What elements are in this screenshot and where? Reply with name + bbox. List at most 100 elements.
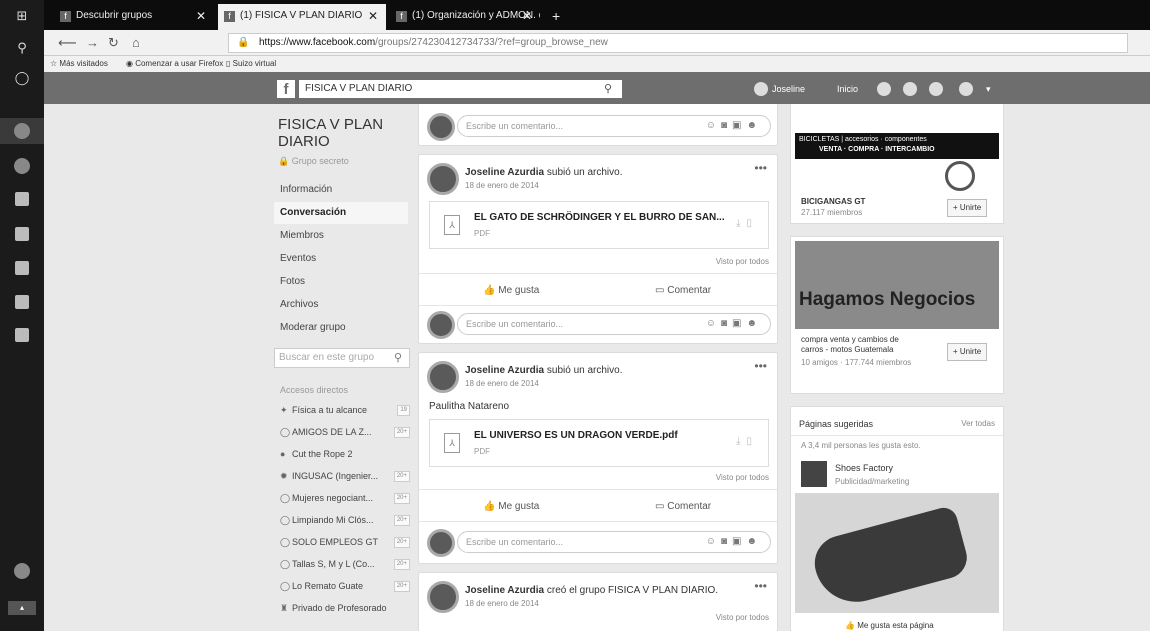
more-options-icon[interactable]: ••• — [754, 359, 767, 373]
help-icon[interactable] — [959, 82, 973, 96]
shoe-image[interactable] — [795, 493, 999, 613]
windows-start-icon[interactable]: ⊞ — [14, 8, 30, 24]
group-nav-conversacion[interactable]: Conversación — [274, 202, 408, 224]
avatar[interactable] — [427, 311, 455, 339]
shortcut-item[interactable]: ♜ Privado de Profesorado — [280, 598, 412, 618]
app-icon[interactable] — [15, 328, 29, 342]
comment-input[interactable]: Escribe un comentario... ☺◙▣☻ — [457, 531, 771, 553]
post-date[interactable]: 18 de enero de 2014 — [465, 379, 539, 388]
group-nav-eventos[interactable]: Eventos — [274, 248, 408, 270]
comment-tools-icon[interactable]: ☺◙▣☻ — [706, 532, 762, 552]
seen-by-label[interactable]: Visto por todos — [716, 257, 769, 266]
file-attachment[interactable]: ⅄ EL GATO DE SCHRÖDINGER Y EL BURRO DE S… — [429, 201, 769, 249]
new-tab-button[interactable]: + — [546, 4, 570, 30]
seen-by-label[interactable]: Visto por todos — [716, 473, 769, 482]
search-icon[interactable]: ⚲ — [604, 80, 612, 98]
search-icon[interactable]: ⚲ — [394, 348, 402, 368]
home-link[interactable]: Inicio — [837, 80, 858, 98]
profile-avatar[interactable] — [754, 82, 768, 96]
notifications-icon[interactable] — [929, 82, 943, 96]
comment-button[interactable]: ▭ Comentar — [655, 501, 711, 512]
post-author[interactable]: Joseline Azurdia — [465, 365, 544, 376]
app-icon[interactable] — [15, 227, 29, 241]
join-group-button[interactable]: + Unirte — [947, 343, 988, 361]
group-title[interactable]: FISICA V PLAN DIARIO — [278, 116, 418, 150]
tab-fisica-v-plan-diario[interactable]: f (1) FISICA V PLAN DIARIO ✕ — [218, 4, 386, 30]
group-nav-archivos[interactable]: Archivos — [274, 294, 408, 316]
group-search-input[interactable]: Buscar en este grupo — [274, 348, 410, 368]
file-name[interactable]: EL GATO DE SCHRÖDINGER Y EL BURRO DE SAN… — [474, 212, 725, 223]
profile-link[interactable]: Joseline — [772, 80, 805, 98]
bookmark-mas-visitados[interactable]: ☆ Más visitados — [50, 56, 108, 72]
like-button[interactable]: 👍 Me gusta — [483, 285, 539, 296]
see-all-link[interactable]: Ver todas — [961, 419, 995, 428]
account-menu-chevron-icon[interactable]: ▾ — [986, 80, 991, 98]
facebook-search-input[interactable]: FISICA V PLAN DIARIO — [299, 80, 622, 98]
tray-clock[interactable]: ▴ — [8, 601, 36, 615]
like-page-button[interactable]: 👍 Me gusta esta página — [845, 621, 934, 630]
shortcut-item[interactable]: ◯ Tallas S, M y L (Co... 20+ — [280, 554, 412, 574]
task-view-icon[interactable]: ◯ — [14, 70, 30, 86]
close-icon[interactable]: ✕ — [522, 4, 532, 28]
avatar[interactable] — [427, 581, 459, 613]
avatar[interactable] — [427, 163, 459, 195]
file-name[interactable]: EL UNIVERSO ES UN DRAGON VERDE.pdf — [474, 430, 678, 441]
group-nav-informacion[interactable]: Información — [274, 179, 408, 201]
app-icon[interactable] — [15, 261, 29, 275]
seen-by-label[interactable]: Visto por todos — [716, 613, 769, 622]
shortcut-item[interactable]: ◯ Mujeres negociant... 20+ — [280, 488, 412, 508]
suggested-group-name[interactable]: compra venta y cambios de carros - motos… — [801, 335, 921, 355]
comment-tools-icon[interactable]: ☺◙▣☻ — [706, 116, 762, 136]
download-icon[interactable]: ⤓▯ — [736, 218, 758, 229]
shortcut-item[interactable]: ◯ SOLO EMPLEOS GT 20+ — [280, 532, 412, 552]
bookmark-suizo-virtual[interactable]: ▯ Suizo virtual — [226, 56, 276, 72]
bicycle-banner-image[interactable]: BICICLETAS | accesorios · componentes VE… — [795, 104, 999, 193]
like-button[interactable]: 👍 Me gusta — [483, 501, 539, 512]
messages-icon[interactable] — [903, 82, 917, 96]
join-group-button[interactable]: + Unirte — [947, 199, 988, 217]
avatar[interactable] — [427, 361, 459, 393]
comment-input[interactable]: Escribe un comentario... ☺◙▣☻ — [457, 313, 771, 335]
shortcut-item[interactable]: ✦ Física a tu alcance 19 — [280, 400, 412, 420]
file-attachment[interactable]: ⅄ EL UNIVERSO ES UN DRAGON VERDE.pdf PDF… — [429, 419, 769, 467]
friend-requests-icon[interactable] — [877, 82, 891, 96]
chrome-icon[interactable] — [14, 158, 30, 174]
business-banner-image[interactable]: Hagamos Negocios — [795, 241, 999, 329]
search-icon[interactable]: ⚲ — [14, 40, 30, 56]
suggested-group-name[interactable]: BICIGANGAS GT — [801, 197, 865, 206]
comment-input[interactable]: Escribe un comentario... ☺◙▣☻ — [457, 115, 771, 137]
avatar[interactable] — [427, 529, 455, 557]
comment-tools-icon[interactable]: ☺◙▣☻ — [706, 314, 762, 334]
firefox-icon[interactable] — [14, 123, 30, 139]
tab-descubrir-grupos[interactable]: f Descubrir grupos ✕ — [54, 4, 214, 30]
shortcut-item[interactable]: ✹ INGUSAC (Ingenier... 20+ — [280, 466, 412, 486]
post-author[interactable]: Joseline Azurdia — [465, 585, 544, 596]
close-icon[interactable]: ✕ — [196, 4, 206, 28]
shoes-factory-logo[interactable] — [801, 461, 827, 487]
post-date[interactable]: 18 de enero de 2014 — [465, 599, 539, 608]
shortcut-item[interactable]: ● Cut the Rope 2 — [280, 444, 412, 464]
shortcut-item[interactable]: ◯ Limpiando Mi Clós... 20+ — [280, 510, 412, 530]
post-date[interactable]: 18 de enero de 2014 — [465, 181, 539, 190]
download-icon[interactable]: ⤓▯ — [736, 436, 758, 447]
comment-button[interactable]: ▭ Comentar — [655, 285, 711, 296]
post-author[interactable]: Joseline Azurdia — [465, 167, 544, 178]
more-options-icon[interactable]: ••• — [754, 161, 767, 175]
shortcut-item[interactable]: ◯ AMIGOS DE LA Z... 20+ — [280, 422, 412, 442]
group-nav-moderar-grupo[interactable]: Moderar grupo — [274, 317, 408, 339]
close-icon[interactable]: ✕ — [368, 4, 378, 28]
app-icon[interactable] — [15, 295, 29, 309]
back-icon[interactable]: ⟵ — [58, 35, 77, 51]
facebook-logo[interactable]: f — [277, 80, 295, 98]
group-nav-miembros[interactable]: Miembros — [274, 225, 408, 247]
forward-icon[interactable]: → — [86, 35, 99, 51]
user-icon[interactable] — [14, 563, 30, 579]
shortcut-item[interactable]: ◯ Lo Remato Guate 20+ — [280, 576, 412, 596]
group-nav-fotos[interactable]: Fotos — [274, 271, 408, 293]
url-bar[interactable]: 🔒 https://www.facebook.com/groups/274230… — [228, 33, 1128, 53]
avatar[interactable] — [427, 113, 455, 141]
home-icon[interactable]: ⌂ — [132, 35, 140, 51]
more-options-icon[interactable]: ••• — [754, 579, 767, 593]
suggested-page-name[interactable]: Shoes Factory — [835, 463, 893, 473]
reload-icon[interactable]: ↻ — [108, 35, 119, 51]
